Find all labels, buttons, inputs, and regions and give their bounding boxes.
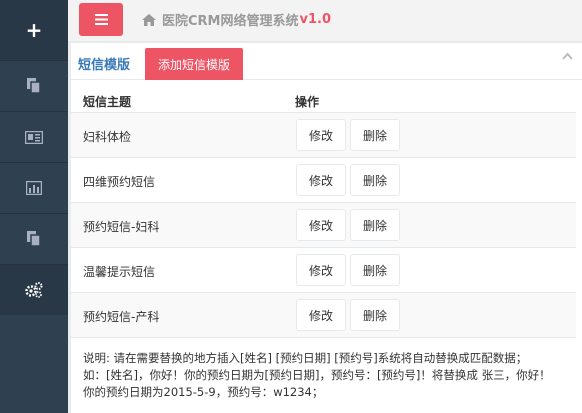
edit-button[interactable]: 修改: [296, 299, 346, 331]
table-row: 预约短信-妇科 修改 删除: [71, 203, 576, 248]
edit-button[interactable]: 修改: [296, 209, 346, 241]
app-version: v1.0: [299, 12, 332, 27]
add-sms-template-button[interactable]: 添加短信模版: [145, 48, 243, 80]
sidebar-item-pages[interactable]: [0, 60, 68, 111]
column-header-action: 操作: [295, 95, 320, 109]
edit-button[interactable]: 修改: [296, 164, 346, 196]
table-row: 预约短信-产科 修改 删除: [71, 293, 576, 338]
plus-icon: +: [25, 18, 43, 42]
panel-header: 短信模版 添加短信模版: [71, 43, 582, 80]
table-row: 四维预约短信 修改 删除: [71, 158, 576, 203]
sidebar-item-settings[interactable]: [0, 264, 68, 315]
usage-note: 说明: 请在需要替换的地方插入[姓名] [预约日期] [预约号]系统将自动替换成…: [83, 350, 579, 401]
column-header-subject: 短信主题: [83, 95, 132, 109]
note-line: 说明: 请在需要替换的地方插入[姓名] [预约日期] [预约号]系统将自动替换成…: [83, 351, 528, 365]
top-navbar: 医院CRM网络管理系统 v1.0: [68, 0, 582, 42]
app-title: 医院CRM网络管理系统: [162, 14, 299, 29]
sidebar-item-stats[interactable]: [0, 162, 68, 213]
bars-icon: [94, 14, 108, 25]
delete-button[interactable]: 删除: [350, 254, 400, 286]
sidebar-item-files[interactable]: [0, 213, 68, 264]
table-row: 温馨提示短信 修改 删除: [71, 248, 576, 293]
home-icon: [142, 13, 156, 26]
copy-icon: [27, 231, 41, 247]
cogs-icon: [25, 282, 43, 298]
sms-template-panel: 短信模版 添加短信模版 短信主题 操作 妇科体检 修改 删除 四维预约短信 修改…: [71, 42, 582, 413]
table-row: 妇科体检 修改 删除: [71, 113, 576, 158]
row-subject: 四维预约短信: [83, 175, 156, 189]
menu-toggle-button[interactable]: [79, 3, 123, 36]
delete-button[interactable]: 删除: [350, 299, 400, 331]
sms-template-table: 短信主题 操作 妇科体检 修改 删除 四维预约短信 修改 删除 预约短信-妇科 …: [71, 88, 576, 338]
table-header: 短信主题 操作: [71, 88, 576, 113]
note-line: 如：[姓名]，你好！你的预约日期为[预约日期]，预约号：[预约号]！将替换成 张…: [83, 368, 551, 382]
sidebar: +: [0, 0, 68, 413]
row-subject: 温馨提示短信: [83, 265, 156, 279]
note-line: 你的预约日期为2015-5-9，预约号：w1234；: [83, 385, 324, 399]
delete-button[interactable]: 删除: [350, 119, 400, 151]
panel-title: 短信模版: [78, 58, 131, 73]
id-card-icon: [25, 130, 43, 144]
chevron-up-icon[interactable]: [562, 52, 573, 60]
sidebar-item-contact[interactable]: [0, 111, 68, 162]
delete-button[interactable]: 删除: [350, 209, 400, 241]
row-subject: 预约短信-产科: [83, 310, 160, 324]
delete-button[interactable]: 删除: [350, 164, 400, 196]
row-subject: 妇科体检: [83, 130, 132, 144]
sidebar-add-button[interactable]: +: [0, 0, 68, 60]
edit-button[interactable]: 修改: [296, 254, 346, 286]
copy-icon: [27, 78, 41, 94]
edit-button[interactable]: 修改: [296, 119, 346, 151]
row-subject: 预约短信-妇科: [83, 220, 160, 234]
bar-chart-icon: [26, 181, 42, 195]
brand: 医院CRM网络管理系统 v1.0: [142, 10, 331, 29]
